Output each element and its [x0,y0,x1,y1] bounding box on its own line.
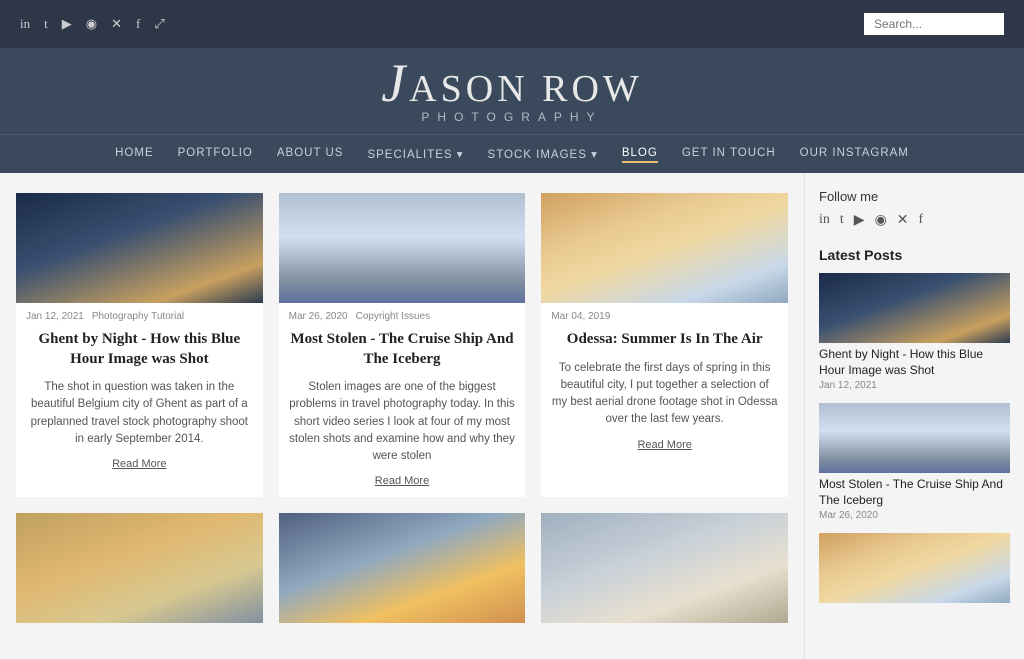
read-more-link-2[interactable]: Read More [279,471,526,497]
post-card-3: Mar 04, 2019 Odessa: Summer Is In The Ai… [541,193,788,497]
latest-post-title-1[interactable]: Ghent by Night - How this Blue Hour Imag… [819,347,1010,378]
nav-stock-images[interactable]: STOCK IMAGES ▾ [488,145,598,163]
site-subtitle: PHOTOGRAPHY [0,110,1024,124]
post-image-2[interactable] [279,193,526,303]
post-card-1: Jan 12, 2021 Photography Tutorial Ghent … [16,193,263,497]
post-meta-3: Mar 04, 2019 [541,303,788,326]
social-links-top: in t ▶ ◉ ✕ f ⤢ [20,16,165,32]
post-image-1[interactable] [16,193,263,303]
content-area: Jan 12, 2021 Photography Tutorial Ghent … [0,173,1024,659]
sidebar-youtube-icon[interactable]: ▶ [854,212,865,229]
post-image-3[interactable] [541,193,788,303]
nav-blog[interactable]: BLOG [622,145,658,163]
main-nav: HOME PORTFOLIO ABOUT US SPECIALITES ▾ ST… [0,134,1024,173]
latest-post-image-1[interactable] [819,273,1010,343]
twitter-icon[interactable]: ✕ [111,16,122,32]
posts-area: Jan 12, 2021 Photography Tutorial Ghent … [0,173,804,659]
top-bar: in t ▶ ◉ ✕ f ⤢ [0,0,1024,48]
nav-about[interactable]: ABOUT US [277,145,344,163]
read-more-link-3[interactable]: Read More [541,435,788,461]
latest-post-item-2: Most Stolen - The Cruise Ship And The Ic… [819,403,1010,521]
sidebar-twitter-icon[interactable]: ✕ [897,212,909,229]
post-date-3: Mar 04, 2019 [551,311,610,322]
follow-me-label: Follow me [819,189,1010,204]
search-area [864,13,1004,35]
latest-post-title-2[interactable]: Most Stolen - The Cruise Ship And The Ic… [819,477,1010,508]
facebook-icon[interactable]: f [136,16,140,32]
post-card-5 [279,513,526,623]
post-image-4[interactable] [16,513,263,623]
site-title-j: J [381,53,409,113]
latest-posts-title: Latest Posts [819,247,1010,263]
posts-grid-bottom [16,513,788,623]
latest-post-date-1: Jan 12, 2021 [819,380,1010,391]
sidebar-linkedin-icon[interactable]: in [819,212,830,229]
site-title-rest: ASON ROW [409,68,643,110]
instagram-icon[interactable]: ◉ [86,16,97,32]
sidebar-facebook-icon[interactable]: f [919,212,924,229]
post-meta-2: Mar 26, 2020 Copyright Issues [279,303,526,326]
post-title-2[interactable]: Most Stolen - The Cruise Ship And The Ic… [279,326,526,375]
post-category-2: Copyright Issues [356,311,430,322]
post-card-4 [16,513,263,623]
linkedin-icon[interactable]: in [20,16,30,32]
nav-home[interactable]: HOME [115,145,154,163]
sidebar: Follow me in t ▶ ◉ ✕ f Latest Posts Ghen… [804,173,1024,659]
post-category-1: Photography Tutorial [92,311,184,322]
post-date-1: Jan 12, 2021 [26,311,84,322]
latest-post-item-3 [819,533,1010,603]
latest-post-image-2[interactable] [819,403,1010,473]
site-header: JASON ROW PHOTOGRAPHY [0,48,1024,134]
nav-instagram[interactable]: OUR INSTAGRAM [800,145,909,163]
post-card-2: Mar 26, 2020 Copyright Issues Most Stole… [279,193,526,497]
post-excerpt-1: The shot in question was taken in the be… [16,375,263,454]
latest-post-date-2: Mar 26, 2020 [819,510,1010,521]
tumblr-icon[interactable]: t [44,16,48,32]
post-date-2: Mar 26, 2020 [289,311,348,322]
nav-specialites[interactable]: SPECIALITES ▾ [367,145,463,163]
posts-grid-top: Jan 12, 2021 Photography Tutorial Ghent … [16,193,788,497]
sidebar-instagram-icon[interactable]: ◉ [875,212,887,229]
post-meta-1: Jan 12, 2021 Photography Tutorial [16,303,263,326]
latest-post-image-3[interactable] [819,533,1010,603]
sidebar-tumblr-icon[interactable]: t [840,212,844,229]
nav-get-in-touch[interactable]: GET IN TOUCH [682,145,776,163]
read-more-link-1[interactable]: Read More [16,454,263,480]
latest-post-item-1: Ghent by Night - How this Blue Hour Imag… [819,273,1010,391]
sidebar-social-icons: in t ▶ ◉ ✕ f [819,212,1010,229]
youtube-icon[interactable]: ▶ [62,16,72,32]
post-title-1[interactable]: Ghent by Night - How this Blue Hour Imag… [16,326,263,375]
share-icon[interactable]: ⤢ [154,16,164,32]
post-excerpt-3: To celebrate the first days of spring in… [541,356,788,435]
nav-portfolio[interactable]: PORTFOLIO [178,145,253,163]
site-title: JASON ROW [0,62,1024,108]
post-excerpt-2: Stolen images are one of the biggest pro… [279,375,526,471]
post-image-5[interactable] [279,513,526,623]
post-title-3[interactable]: Odessa: Summer Is In The Air [541,326,788,356]
search-input[interactable] [864,13,1004,35]
post-card-6 [541,513,788,623]
post-image-6[interactable] [541,513,788,623]
